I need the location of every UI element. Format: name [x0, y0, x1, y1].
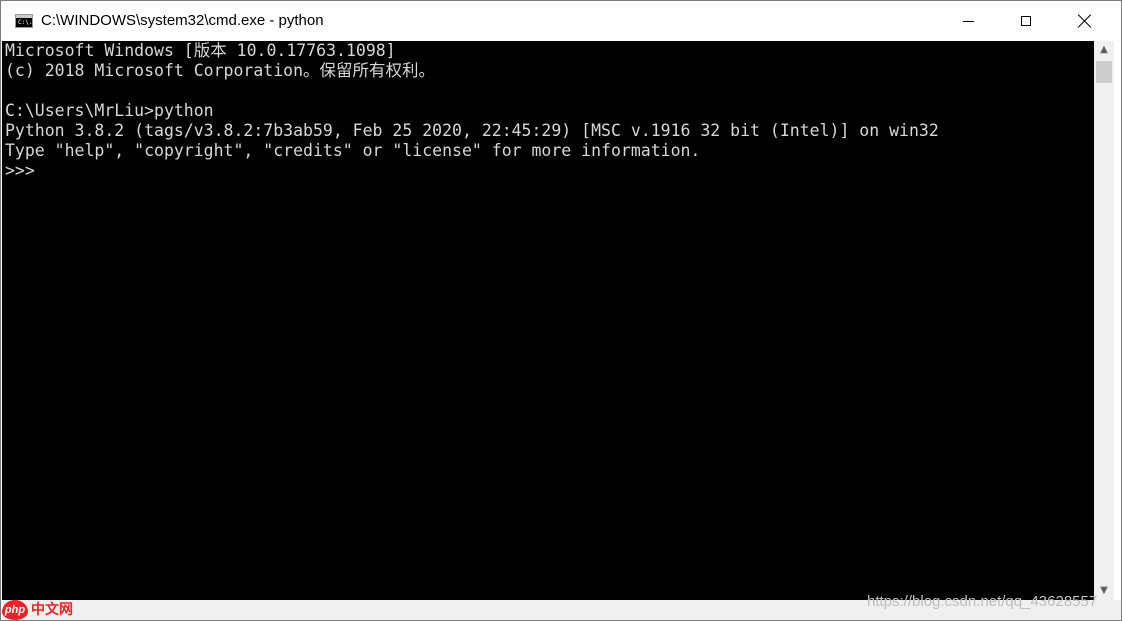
console-line-6: Type "help", "copyright", "credits" or "…	[5, 141, 701, 160]
title-bar[interactable]: C:\. C:\WINDOWS\system32\cmd.exe - pytho…	[1, 1, 1121, 41]
console-line-4: C:\Users\MrLiu>python	[5, 101, 214, 120]
watermark-url: https://blog.csdn.net/qq_43628557	[867, 593, 1098, 610]
console-line-2: (c) 2018 Microsoft Corporation。保留所有权利。	[5, 61, 436, 80]
minimize-button[interactable]	[945, 1, 991, 41]
close-button[interactable]	[1062, 1, 1108, 41]
php-logo-icon: php	[2, 600, 28, 620]
scroll-thumb[interactable]	[1096, 61, 1112, 83]
window-title: C:\WINDOWS\system32\cmd.exe - python	[41, 12, 324, 29]
console-output[interactable]: Microsoft Windows [版本 10.0.17763.1098] (…	[2, 41, 1094, 600]
vertical-scrollbar[interactable]: ▲ ▼	[1094, 41, 1114, 600]
cmd-icon[interactable]: C:\.	[15, 14, 33, 28]
php-logo-badge: php	[4, 604, 26, 616]
maximize-button[interactable]	[1003, 1, 1049, 41]
resize-grip[interactable]	[1114, 600, 1121, 620]
minimize-icon	[962, 20, 974, 22]
close-icon	[1078, 14, 1092, 28]
console-line-5: Python 3.8.2 (tags/v3.8.2:7b3ab59, Feb 2…	[5, 121, 939, 140]
console-line-1: Microsoft Windows [版本 10.0.17763.1098]	[5, 41, 396, 60]
maximize-icon	[1021, 16, 1031, 26]
cmd-window: C:\. C:\WINDOWS\system32\cmd.exe - pytho…	[0, 0, 1122, 621]
php-logo-text: 中文网	[31, 602, 73, 618]
python-prompt[interactable]: >>>	[5, 161, 35, 181]
scroll-up-icon[interactable]: ▲	[1094, 41, 1114, 59]
cmd-icon-label: C:\.	[18, 19, 33, 26]
